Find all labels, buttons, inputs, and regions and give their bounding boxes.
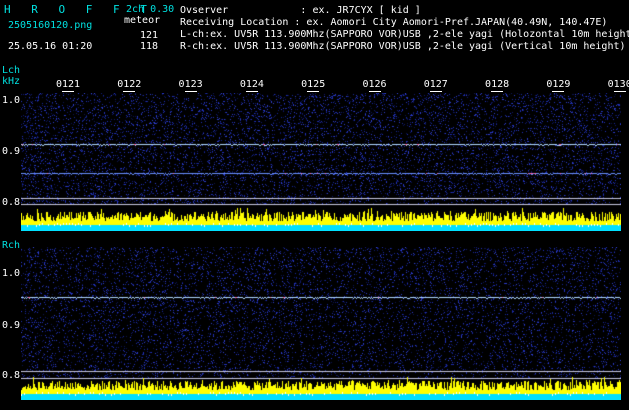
rch-channel-label: Rch: [2, 240, 21, 251]
rch-spectrogram-panel: [21, 247, 621, 400]
rch-y-label-0.8: 0.8: [2, 370, 21, 381]
time-tick-mark: [552, 91, 565, 92]
time-tick-mark: [184, 91, 197, 92]
lch-spectrogram: [21, 93, 621, 231]
mode-label: 2ch 0.30: [126, 4, 175, 15]
lch-channel-label: Lch: [2, 65, 21, 76]
rch-y-label-0.9: 0.9: [2, 320, 21, 331]
time-tick-0122: 0122: [117, 79, 142, 90]
time-tick-0121: 0121: [55, 79, 81, 90]
time-tick-0126: 0126: [362, 79, 387, 90]
location-line: Receiving Location : ex. Aomori City Aom…: [180, 17, 608, 28]
time-tick-0125: 0125: [301, 79, 326, 90]
timestamp-label: 25.05.16 01:20: [8, 41, 93, 52]
rch-count: 118: [140, 41, 159, 52]
time-tick-0124: 0124: [239, 79, 264, 90]
time-tick-mark: [368, 91, 381, 92]
time-tick-mark: [123, 91, 136, 92]
time-tick-mark: [613, 91, 626, 92]
lch-y-label-0.8: 0.8: [2, 197, 21, 208]
lch-spectrogram-panel: [21, 93, 621, 231]
lch-unit-label: kHz: [2, 76, 21, 87]
time-tick-0128: 0128: [485, 79, 510, 90]
observer-line: Ovserver : ex. JR7CYX [ kid ]: [180, 5, 421, 16]
time-tick-mark: [245, 91, 258, 92]
detection-type-label: meteor: [124, 15, 161, 26]
time-tick-mark: [429, 91, 442, 92]
rch-y-label-1.0: 1.0: [2, 268, 21, 279]
lch-count: 121: [140, 30, 159, 41]
time-tick-0127: 0127: [423, 79, 448, 90]
lch-y-label-0.9: 0.9: [2, 146, 21, 157]
lch-info-line: L-ch:ex. UV5R 113.900Mhz(SAPPORO VOR)USB…: [180, 29, 629, 40]
time-tick-mark: [491, 91, 504, 92]
time-tick-0123: 0123: [178, 79, 203, 90]
time-tick-0130: 0130: [607, 79, 629, 90]
time-tick-0129: 0129: [546, 79, 571, 90]
time-tick-mark: [62, 91, 74, 92]
rch-info-line: R-ch:ex. UV5R 113.900Mhz(SAPPORO VOR)USB…: [180, 41, 626, 52]
lch-y-label-1.0: 1.0: [2, 95, 21, 106]
time-tick-mark: [307, 91, 320, 92]
rch-spectrogram: [21, 247, 621, 400]
filename-label: 2505160120.png: [8, 20, 93, 31]
